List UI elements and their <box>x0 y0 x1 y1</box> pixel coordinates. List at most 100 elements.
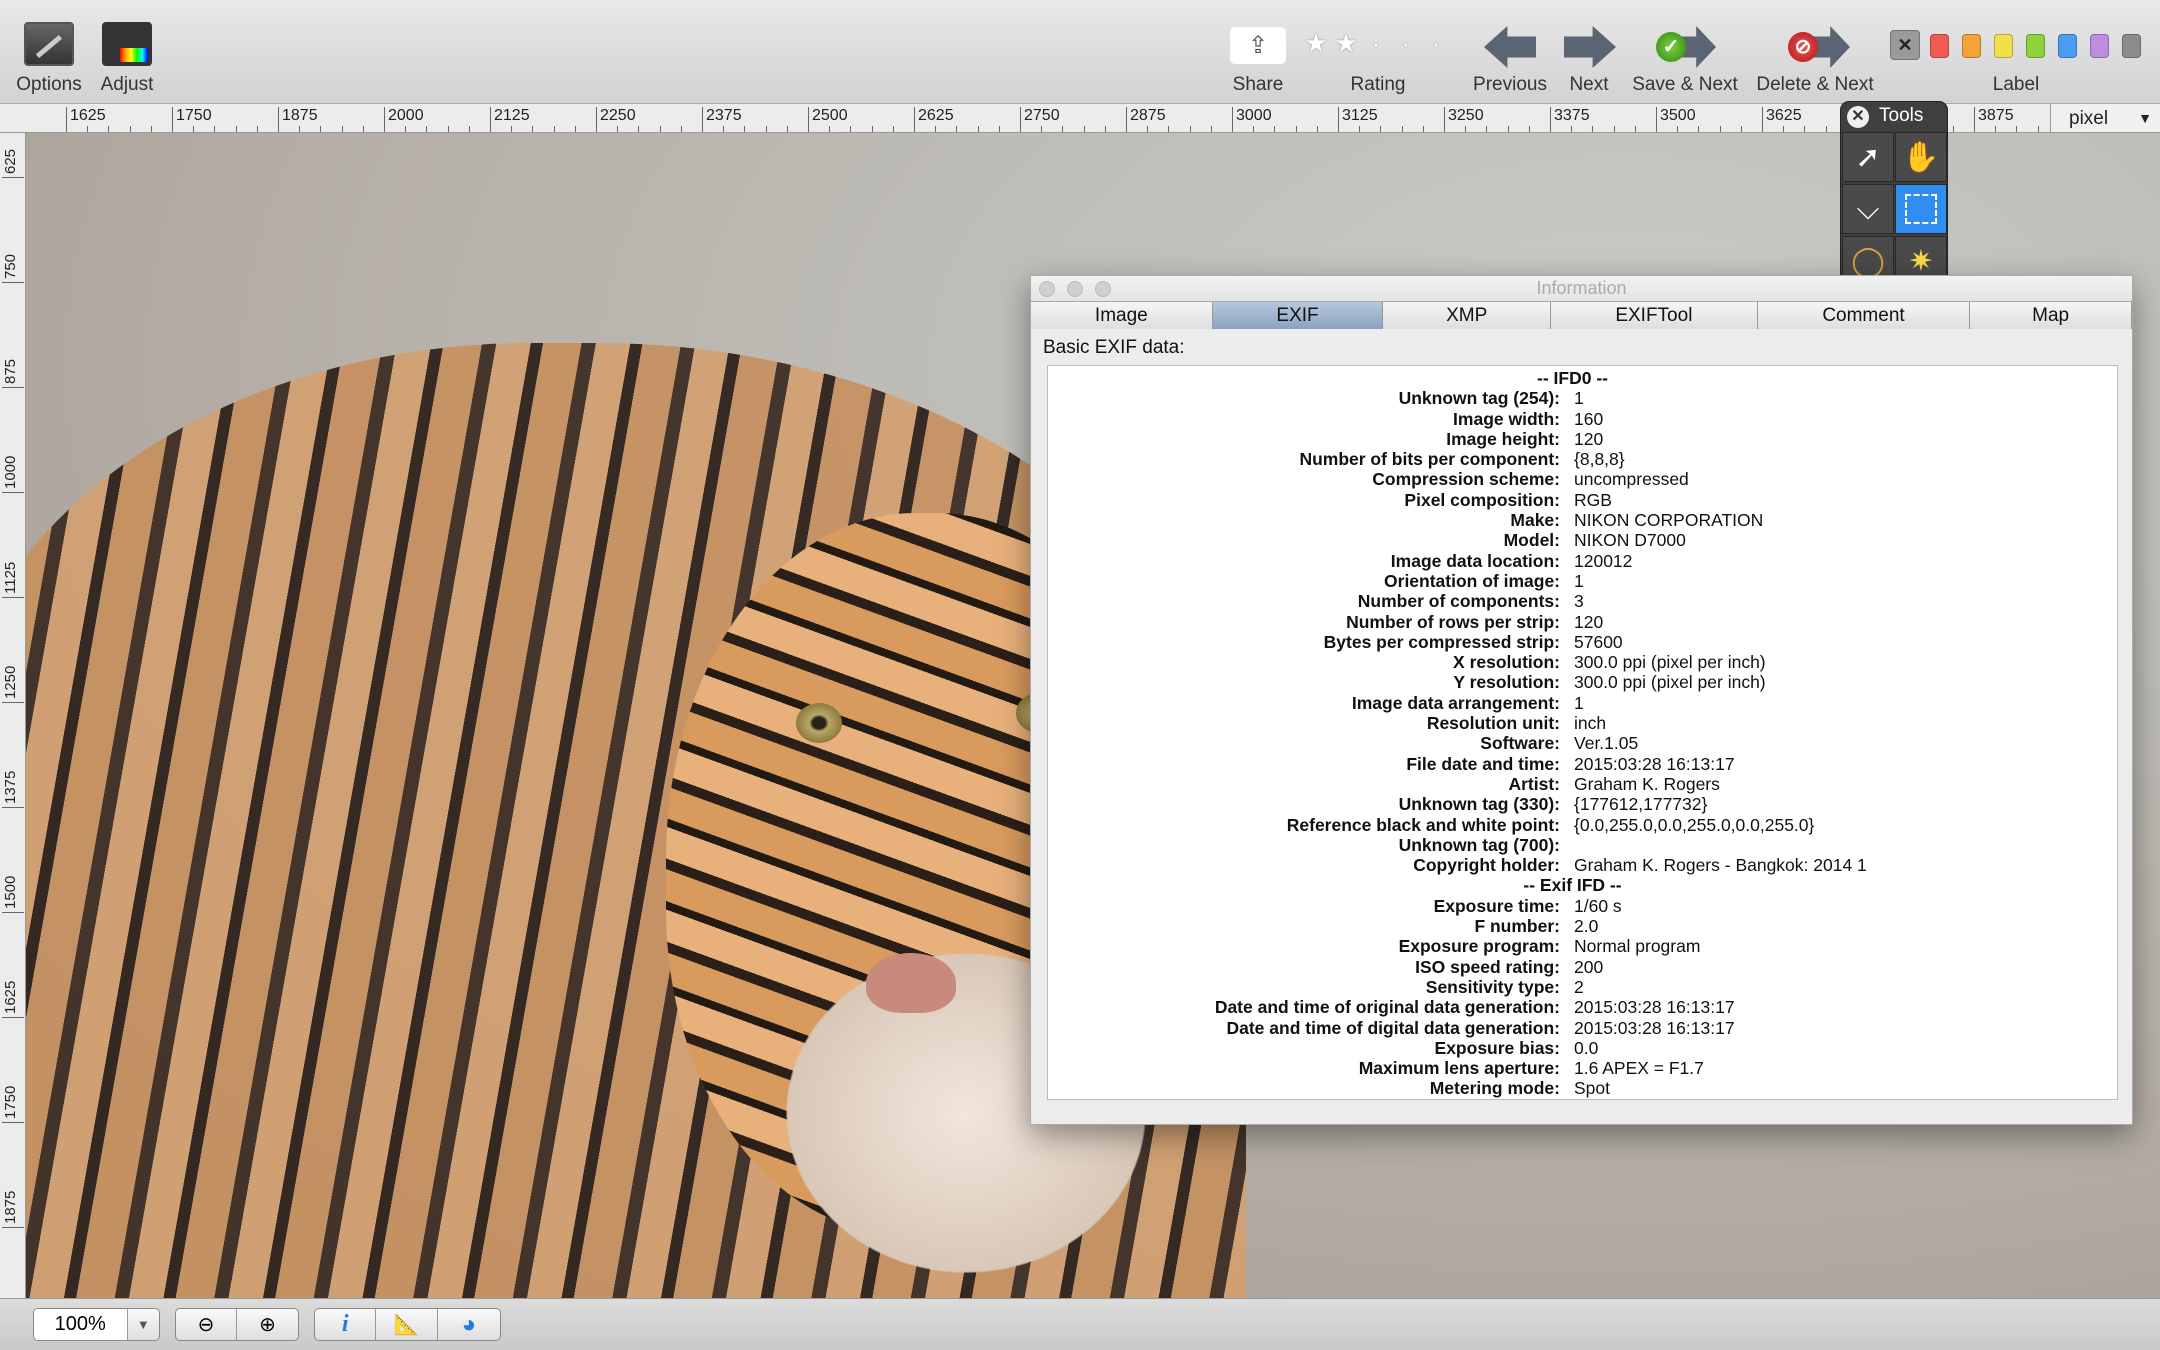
ruler-tick <box>341 126 343 132</box>
exif-key: Artist: <box>1508 773 1560 794</box>
exif-value: 120 <box>1574 428 1604 449</box>
label-none-button[interactable]: ✕ <box>1890 30 1920 60</box>
exif-value: 2015:03:28 16:13:17 <box>1574 1017 1735 1038</box>
ruler-label: 2000 <box>384 107 424 132</box>
pointer-tool-icon[interactable]: ➚ <box>1842 132 1894 182</box>
rect-select-tool-icon[interactable] <box>1895 184 1947 234</box>
section-header: -- IFD0 -- <box>1048 368 2117 388</box>
exif-key: Exposure program: <box>1398 936 1560 957</box>
star-empty-dot-icon[interactable]: · <box>1423 28 1453 59</box>
exif-row: Exposure bias: 0.0 <box>1048 1038 2117 1058</box>
zoom-level-field[interactable]: 100% <box>34 1309 128 1340</box>
zoom-window-button[interactable] <box>1095 281 1111 297</box>
exif-row: Unknown tag (254): 1 <box>1048 388 2117 408</box>
label-color-swatch[interactable] <box>1962 34 1981 58</box>
tab-exif[interactable]: EXIF <box>1212 302 1384 329</box>
exif-value: 0.0 <box>1574 1037 1599 1058</box>
ruler-tick <box>1253 126 1255 132</box>
tiger-eye <box>796 703 842 743</box>
label-color-swatch[interactable] <box>1994 34 2013 58</box>
exif-table[interactable]: -- IFD0 -- Unknown tag (254): 1 Image width… <box>1047 365 2118 1100</box>
rating-stars[interactable]: ★ ★ · · · <box>1300 28 1456 59</box>
tab-exiftool[interactable]: EXIFTool <box>1551 302 1758 329</box>
star-filled-icon[interactable]: ★ <box>1333 28 1363 59</box>
exif-row: Number of components: 3 <box>1048 591 2117 611</box>
adjust-button[interactable]: Adjust <box>92 0 162 104</box>
tab-xmp[interactable]: XMP <box>1383 302 1552 329</box>
exif-value: Spot <box>1574 1078 1610 1099</box>
options-button[interactable]: Options <box>10 0 88 104</box>
exif-key: Metering mode: <box>1429 1078 1560 1099</box>
close-icon[interactable]: ✕ <box>1847 106 1869 128</box>
hand-tool-icon[interactable]: ✋ <box>1895 132 1947 182</box>
section-header-text: -- Exif IFD -- <box>1523 875 1622 896</box>
exif-row: Number of rows per strip: 120 <box>1048 612 2117 632</box>
ruler-label: 2125 <box>490 107 530 132</box>
exif-key: Resolution unit: <box>1426 713 1560 734</box>
zoom-in-icon[interactable]: ⊕ <box>237 1309 298 1340</box>
dropdown-arrow-icon[interactable]: ▼ <box>128 1309 159 1340</box>
crop-tool-icon[interactable]: ⌵ <box>1842 184 1894 234</box>
tab-comment[interactable]: Comment <box>1757 302 1971 329</box>
exif-value: 2 <box>1574 976 1584 997</box>
ruler-label: 1000 <box>2 455 24 493</box>
ruler-tick <box>998 126 1000 132</box>
label-color-swatch[interactable] <box>2090 34 2109 58</box>
unit-dropdown[interactable]: pixel ▼ <box>2050 104 2160 133</box>
ruler-label: 1250 <box>2 665 24 703</box>
next-button[interactable]: Next <box>1562 0 1616 104</box>
ruler-tick <box>214 126 216 132</box>
exif-value: 2015:03:28 16:13:17 <box>1574 753 1735 774</box>
label-color-swatch[interactable] <box>1930 34 1949 58</box>
tab-image[interactable]: Image <box>1031 302 1213 329</box>
exif-key: Y resolution: <box>1453 672 1560 693</box>
rating-control[interactable]: ★ ★ · · · Rating <box>1300 0 1456 104</box>
exif-key: Image data location: <box>1390 550 1560 571</box>
label-color-swatch[interactable] <box>2122 34 2141 58</box>
star-empty-dot-icon[interactable]: · <box>1363 28 1393 59</box>
close-window-button[interactable] <box>1039 281 1055 297</box>
ruler-tick <box>1295 126 1297 132</box>
tab-map[interactable]: Map <box>1970 302 2132 329</box>
exif-key: Unknown tag (330): <box>1398 794 1560 815</box>
options-icon <box>24 22 74 66</box>
info-icon[interactable]: i <box>315 1309 377 1340</box>
ruler-tick <box>956 126 958 132</box>
exif-row: ISO speed rating: 200 <box>1048 957 2117 977</box>
ruler-tick <box>532 126 534 132</box>
ruler-tick <box>1783 126 1785 132</box>
share-button[interactable]: ⇪ Share <box>1230 0 1286 104</box>
window-titlebar[interactable]: Information <box>1031 276 2132 301</box>
ruler-tick <box>1571 126 1573 132</box>
ruler-label: 3250 <box>1444 107 1484 132</box>
exif-value: Graham K. Rogers - Bangkok: 2014 1 <box>1574 855 1867 876</box>
ruler-tick <box>617 126 619 132</box>
star-empty-dot-icon[interactable]: · <box>1393 28 1423 59</box>
ruler-icon[interactable]: 📐 <box>376 1309 438 1340</box>
exif-value: 57600 <box>1574 631 1623 652</box>
delete-next-button[interactable]: ⊘ Delete & Next <box>1752 0 1878 104</box>
ruler-tick <box>1210 126 1212 132</box>
arrow-left-icon <box>1484 26 1536 68</box>
label-color-swatch[interactable] <box>2026 34 2045 58</box>
info-tabs: Image EXIF XMP EXIFTool Comment Map <box>1031 301 2132 329</box>
minimize-window-button[interactable] <box>1067 281 1083 297</box>
exif-key: Exposure time: <box>1433 895 1560 916</box>
exif-key: File date and time: <box>1406 753 1560 774</box>
previous-button[interactable]: Previous <box>1472 0 1548 104</box>
exif-row: Unknown tag (700): <box>1048 835 2117 855</box>
ruler-tick <box>680 126 682 132</box>
zoom-out-icon[interactable]: ⊖ <box>176 1309 238 1340</box>
ruler-tick <box>1041 126 1043 132</box>
color-picker-icon[interactable]: ◕ <box>438 1309 500 1340</box>
ruler-label: 3375 <box>1550 107 1590 132</box>
zoom-level-combo[interactable]: 100% ▼ <box>33 1308 160 1341</box>
exif-row: Maximum lens aperture: 1.6 APEX = F1.7 <box>1048 1058 2117 1078</box>
label-color-swatch[interactable] <box>2058 34 2077 58</box>
tiger-nose <box>866 953 956 1013</box>
exif-value: 1.6 APEX = F1.7 <box>1574 1058 1704 1079</box>
exif-row: Exposure time: 1/60 s <box>1048 896 2117 916</box>
star-filled-icon[interactable]: ★ <box>1303 28 1333 59</box>
save-next-button[interactable]: ✓ Save & Next <box>1630 0 1740 104</box>
delete-icon: ⊘ <box>1788 32 1818 62</box>
